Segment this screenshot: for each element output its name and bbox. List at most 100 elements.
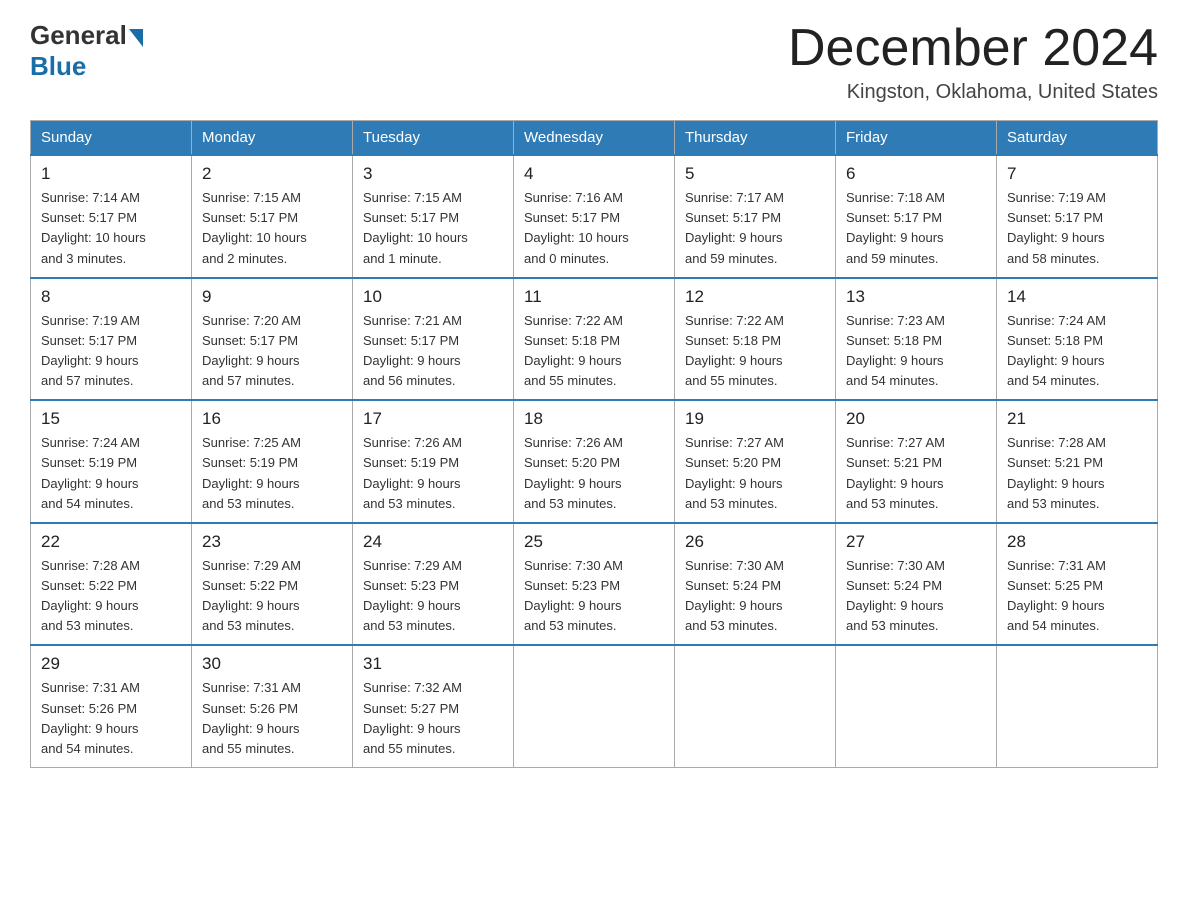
day-info: Sunrise: 7:19 AM Sunset: 5:17 PM Dayligh…: [1007, 188, 1147, 269]
logo: General Blue: [30, 20, 143, 82]
calendar-cell: 28 Sunrise: 7:31 AM Sunset: 5:25 PM Dayli…: [997, 523, 1158, 646]
week-row-1: 1 Sunrise: 7:14 AM Sunset: 5:17 PM Daylig…: [31, 155, 1158, 278]
day-number: 13: [846, 287, 986, 307]
day-info: Sunrise: 7:15 AM Sunset: 5:17 PM Dayligh…: [202, 188, 342, 269]
day-info: Sunrise: 7:29 AM Sunset: 5:23 PM Dayligh…: [363, 556, 503, 637]
day-number: 31: [363, 654, 503, 674]
calendar-cell: 1 Sunrise: 7:14 AM Sunset: 5:17 PM Daylig…: [31, 155, 192, 278]
calendar-cell: 26 Sunrise: 7:30 AM Sunset: 5:24 PM Dayli…: [675, 523, 836, 646]
day-number: 25: [524, 532, 664, 552]
day-info: Sunrise: 7:30 AM Sunset: 5:24 PM Dayligh…: [685, 556, 825, 637]
week-row-4: 22 Sunrise: 7:28 AM Sunset: 5:22 PM Dayli…: [31, 523, 1158, 646]
logo-arrow-icon: [129, 29, 143, 47]
day-info: Sunrise: 7:31 AM Sunset: 5:25 PM Dayligh…: [1007, 556, 1147, 637]
day-info: Sunrise: 7:24 AM Sunset: 5:18 PM Dayligh…: [1007, 311, 1147, 392]
day-info: Sunrise: 7:21 AM Sunset: 5:17 PM Dayligh…: [363, 311, 503, 392]
day-number: 20: [846, 409, 986, 429]
calendar-cell: 16 Sunrise: 7:25 AM Sunset: 5:19 PM Dayli…: [192, 400, 353, 523]
day-info: Sunrise: 7:30 AM Sunset: 5:24 PM Dayligh…: [846, 556, 986, 637]
page-header: General Blue December 2024 Kingston, Okl…: [30, 20, 1158, 104]
week-row-2: 8 Sunrise: 7:19 AM Sunset: 5:17 PM Daylig…: [31, 278, 1158, 401]
calendar-table: SundayMondayTuesdayWednesdayThursdayFrid…: [30, 120, 1158, 768]
day-info: Sunrise: 7:14 AM Sunset: 5:17 PM Dayligh…: [41, 188, 181, 269]
day-number: 14: [1007, 287, 1147, 307]
day-info: Sunrise: 7:22 AM Sunset: 5:18 PM Dayligh…: [524, 311, 664, 392]
week-row-5: 29 Sunrise: 7:31 AM Sunset: 5:26 PM Dayli…: [31, 645, 1158, 767]
calendar-cell: 3 Sunrise: 7:15 AM Sunset: 5:17 PM Daylig…: [353, 155, 514, 278]
day-info: Sunrise: 7:17 AM Sunset: 5:17 PM Dayligh…: [685, 188, 825, 269]
calendar-cell: 2Sunrise: 7:15 AM Sunset: 5:17 PM Daylig…: [192, 155, 353, 278]
day-info: Sunrise: 7:16 AM Sunset: 5:17 PM Dayligh…: [524, 188, 664, 269]
day-number: 29: [41, 654, 181, 674]
day-number: 23: [202, 532, 342, 552]
calendar-cell: 10Sunrise: 7:21 AM Sunset: 5:17 PM Dayli…: [353, 278, 514, 401]
day-info: Sunrise: 7:23 AM Sunset: 5:18 PM Dayligh…: [846, 311, 986, 392]
day-number: 3: [363, 164, 503, 184]
column-header-monday: Monday: [192, 121, 353, 156]
calendar-cell: 17 Sunrise: 7:26 AM Sunset: 5:19 PM Dayli…: [353, 400, 514, 523]
calendar-cell: [997, 645, 1158, 767]
day-info: Sunrise: 7:32 AM Sunset: 5:27 PM Dayligh…: [363, 678, 503, 759]
day-info: Sunrise: 7:18 AM Sunset: 5:17 PM Dayligh…: [846, 188, 986, 269]
day-info: Sunrise: 7:22 AM Sunset: 5:18 PM Dayligh…: [685, 311, 825, 392]
day-number: 24: [363, 532, 503, 552]
calendar-cell: 11Sunrise: 7:22 AM Sunset: 5:18 PM Dayli…: [514, 278, 675, 401]
calendar-cell: [514, 645, 675, 767]
location-title: Kingston, Oklahoma, United States: [788, 81, 1158, 104]
day-number: 22: [41, 532, 181, 552]
calendar-cell: 18Sunrise: 7:26 AM Sunset: 5:20 PM Dayli…: [514, 400, 675, 523]
column-header-saturday: Saturday: [997, 121, 1158, 156]
day-number: 27: [846, 532, 986, 552]
title-area: December 2024 Kingston, Oklahoma, United…: [788, 20, 1158, 104]
day-info: Sunrise: 7:24 AM Sunset: 5:19 PM Dayligh…: [41, 433, 181, 514]
column-header-thursday: Thursday: [675, 121, 836, 156]
day-number: 19: [685, 409, 825, 429]
calendar-cell: 25Sunrise: 7:30 AM Sunset: 5:23 PM Dayli…: [514, 523, 675, 646]
day-number: 15: [41, 409, 181, 429]
day-info: Sunrise: 7:29 AM Sunset: 5:22 PM Dayligh…: [202, 556, 342, 637]
calendar-header-row: SundayMondayTuesdayWednesdayThursdayFrid…: [31, 121, 1158, 156]
calendar-cell: 7 Sunrise: 7:19 AM Sunset: 5:17 PM Daylig…: [997, 155, 1158, 278]
day-number: 9: [202, 287, 342, 307]
day-number: 16: [202, 409, 342, 429]
day-number: 30: [202, 654, 342, 674]
day-info: Sunrise: 7:26 AM Sunset: 5:19 PM Dayligh…: [363, 433, 503, 514]
calendar-cell: 20 Sunrise: 7:27 AM Sunset: 5:21 PM Dayli…: [836, 400, 997, 523]
calendar-cell: 8 Sunrise: 7:19 AM Sunset: 5:17 PM Daylig…: [31, 278, 192, 401]
day-number: 17: [363, 409, 503, 429]
calendar-cell: 15 Sunrise: 7:24 AM Sunset: 5:19 PM Dayli…: [31, 400, 192, 523]
calendar-cell: [675, 645, 836, 767]
calendar-cell: 23 Sunrise: 7:29 AM Sunset: 5:22 PM Dayli…: [192, 523, 353, 646]
day-info: Sunrise: 7:19 AM Sunset: 5:17 PM Dayligh…: [41, 311, 181, 392]
calendar-cell: 27 Sunrise: 7:30 AM Sunset: 5:24 PM Dayli…: [836, 523, 997, 646]
day-info: Sunrise: 7:15 AM Sunset: 5:17 PM Dayligh…: [363, 188, 503, 269]
calendar-cell: 22 Sunrise: 7:28 AM Sunset: 5:22 PM Dayli…: [31, 523, 192, 646]
day-number: 4: [524, 164, 664, 184]
day-number: 6: [846, 164, 986, 184]
week-row-3: 15 Sunrise: 7:24 AM Sunset: 5:19 PM Dayli…: [31, 400, 1158, 523]
calendar-cell: 21Sunrise: 7:28 AM Sunset: 5:21 PM Dayli…: [997, 400, 1158, 523]
day-number: 28: [1007, 532, 1147, 552]
day-number: 12: [685, 287, 825, 307]
calendar-cell: 29 Sunrise: 7:31 AM Sunset: 5:26 PM Dayli…: [31, 645, 192, 767]
day-info: Sunrise: 7:28 AM Sunset: 5:22 PM Dayligh…: [41, 556, 181, 637]
logo-text: General: [30, 20, 143, 51]
day-number: 1: [41, 164, 181, 184]
day-number: 8: [41, 287, 181, 307]
calendar-cell: [836, 645, 997, 767]
calendar-cell: 19 Sunrise: 7:27 AM Sunset: 5:20 PM Dayli…: [675, 400, 836, 523]
day-number: 5: [685, 164, 825, 184]
day-info: Sunrise: 7:31 AM Sunset: 5:26 PM Dayligh…: [41, 678, 181, 759]
logo-general-text: General: [30, 20, 127, 51]
day-info: Sunrise: 7:25 AM Sunset: 5:19 PM Dayligh…: [202, 433, 342, 514]
day-number: 26: [685, 532, 825, 552]
day-number: 21: [1007, 409, 1147, 429]
day-info: Sunrise: 7:27 AM Sunset: 5:21 PM Dayligh…: [846, 433, 986, 514]
day-number: 7: [1007, 164, 1147, 184]
logo-blue-text: Blue: [30, 51, 86, 82]
calendar-cell: 6 Sunrise: 7:18 AM Sunset: 5:17 PM Daylig…: [836, 155, 997, 278]
calendar-cell: 30Sunrise: 7:31 AM Sunset: 5:26 PM Dayli…: [192, 645, 353, 767]
calendar-cell: 5 Sunrise: 7:17 AM Sunset: 5:17 PM Daylig…: [675, 155, 836, 278]
calendar-cell: 12 Sunrise: 7:22 AM Sunset: 5:18 PM Dayli…: [675, 278, 836, 401]
day-info: Sunrise: 7:27 AM Sunset: 5:20 PM Dayligh…: [685, 433, 825, 514]
